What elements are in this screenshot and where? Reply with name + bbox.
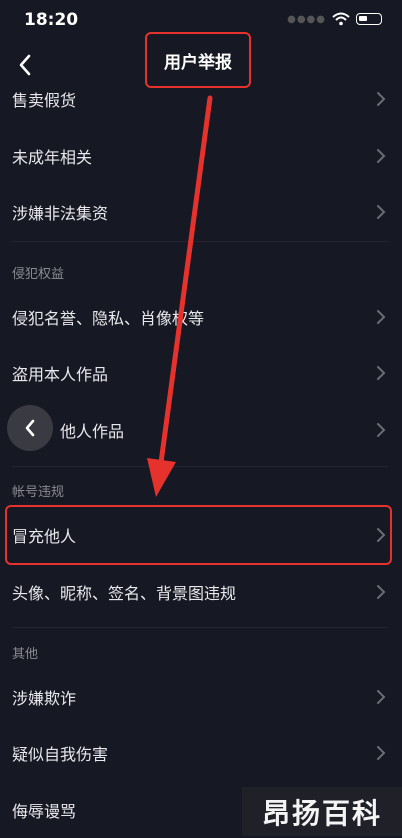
signal-icon: ●●●● [287,13,326,25]
chevron-right-icon [377,690,386,704]
item-label: 侮辱谩骂 [12,802,77,821]
list-item[interactable]: 头像、昵称、签名、背景图违规 [0,564,402,620]
item-label: 盗用本人作品 [12,365,109,384]
item-label: 未成年相关 [12,148,93,167]
section-title: 其他 [12,647,39,662]
floating-back-button[interactable] [7,405,53,451]
chevron-left-icon [25,419,35,437]
list-item[interactable]: 盗用本人作品 [0,345,402,401]
divider [12,241,388,242]
list-item[interactable]: 涉嫌非法集资 [0,184,402,240]
chevron-right-icon [377,585,386,599]
item-label: 售卖假货 [12,91,77,110]
item-label: 侵犯名誉、隐私、肖像权等 [12,309,205,328]
item-highlight-box [5,505,392,565]
chevron-right-icon [377,92,386,106]
chevron-right-icon [377,746,386,760]
divider [12,466,388,467]
watermark-text: 昂扬百科 [261,796,382,830]
list-item[interactable]: 他人作品 [0,402,402,458]
section-title: 帐号违规 [12,485,65,500]
chevron-right-icon [377,205,386,219]
chevron-right-icon [377,423,386,437]
item-label: 他人作品 [60,422,125,441]
divider [12,627,388,628]
chevron-right-icon [377,149,386,163]
list-item[interactable]: 未成年相关 [0,128,402,184]
chevron-right-icon [377,310,386,324]
item-label: 涉嫌非法集资 [12,204,109,223]
status-icons: ●●●● [287,12,382,26]
list-item[interactable]: 售卖假货 [0,71,402,127]
section-title: 侵犯权益 [12,267,65,282]
battery-icon [356,13,382,25]
list-item[interactable]: 疑似自我伤害 [0,725,402,781]
page-title: 用户举报 [164,52,232,73]
item-label: 头像、昵称、签名、背景图违规 [12,584,237,603]
item-label: 涉嫌欺诈 [12,689,77,708]
item-label: 疑似自我伤害 [12,745,109,764]
list-item[interactable]: 涉嫌欺诈 [0,669,402,725]
wifi-icon [332,12,350,26]
watermark: 昂扬百科 [242,787,402,836]
chevron-right-icon [377,366,386,380]
status-time: 18:20 [24,10,79,30]
list-item[interactable]: 侵犯名誉、隐私、肖像权等 [0,289,402,345]
